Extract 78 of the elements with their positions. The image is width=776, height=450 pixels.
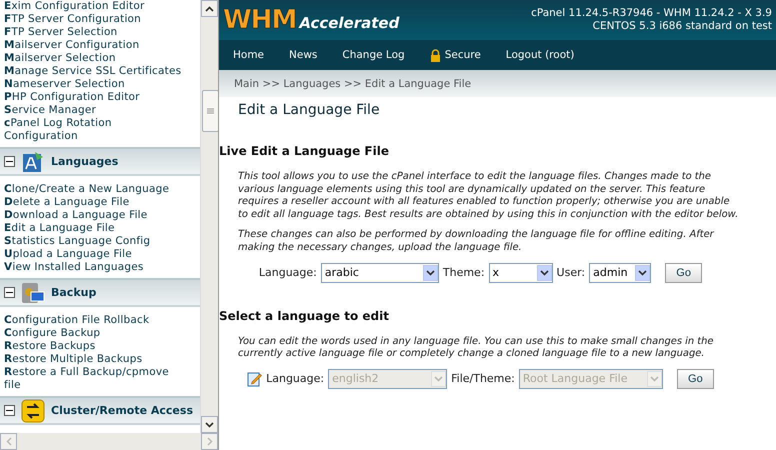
nav-link[interactable]: Change Log <box>342 49 405 61</box>
dropdown[interactable]: arabic <box>320 262 439 283</box>
go-button[interactable]: Go <box>676 368 714 389</box>
dropdown[interactable]: x <box>488 262 553 283</box>
sidebar-link[interactable]: Configuration File Rollback <box>0 314 200 327</box>
chevron-down-icon <box>426 270 435 276</box>
section-title: Cluster/Remote Access <box>51 404 193 417</box>
sidebar-link[interactable]: View Installed Languages <box>0 261 200 274</box>
sidebar-link[interactable]: Edit a Language File <box>0 222 200 235</box>
minus-icon <box>6 407 13 414</box>
section-heading: Live Edit a Language File <box>219 144 390 158</box>
field-label: Language: <box>266 372 324 386</box>
sidebar-link[interactable]: Configure Backup <box>0 327 200 340</box>
dropdown[interactable]: admin <box>589 262 652 283</box>
chevron-down-icon <box>650 376 659 382</box>
nav-link[interactable]: Home <box>233 49 264 61</box>
logo-text: WHM <box>223 5 296 35</box>
sidebar-link[interactable]: Exim Configuration Editor <box>0 0 200 13</box>
padlock-icon <box>430 48 441 62</box>
scroll-up-button[interactable] <box>201 0 218 17</box>
chevron-down-icon <box>434 376 444 382</box>
sidebar-link[interactable]: Restore Backups <box>0 340 200 353</box>
section-heading: Select a language to edit <box>219 308 390 323</box>
minus-icon <box>6 158 13 165</box>
sidebar-link[interactable]: Download a Language File <box>0 209 200 222</box>
field-label: Language: <box>258 266 317 280</box>
version-info: cPanel 11.24.5-R37946 - WHM 11.24.2 - X 3.9 <box>531 7 772 20</box>
chevron-down-icon <box>638 270 648 276</box>
arrow-left-icon <box>6 437 12 446</box>
sidebar-link[interactable]: cPanel Log Rotation Configuration <box>0 117 200 143</box>
sidebar-link[interactable]: Restore a Full Backup/cpmove file <box>0 366 200 392</box>
section-title: Backup <box>51 286 96 299</box>
scroll-down-button[interactable] <box>201 416 218 433</box>
version-info: CENTOS 5.3 i686 standard on test <box>592 20 772 33</box>
vertical-scrollbar[interactable] <box>200 0 218 433</box>
arrow-right-icon <box>206 437 212 446</box>
section-title: Languages <box>51 155 118 168</box>
description-text: You can edit the words used in any language file. You can use this to make small changes in the currently active language file or completely change a cloned language file to a new language. <box>238 336 714 361</box>
sidebar-link[interactable]: PHP Configuration Editor <box>0 91 200 104</box>
section-header[interactable]: Backup <box>0 278 200 307</box>
safe-monitor-icon <box>21 280 45 304</box>
description-text: This tool allows you to use the cPanel interface to edit the language files. Changes made to the various language elements using this tool are dynamically updated on the server. This feature requires a reseller account with all features enabled to function properly; otherwise you are unable to edit all language tags. Best results are obtained by using this in conjunction with the editor below. <box>238 171 740 222</box>
sidebar-link[interactable]: Mailserver Selection <box>0 52 200 65</box>
arrow-up-icon <box>205 6 214 12</box>
sidebar-link[interactable]: FTP Server Configuration <box>0 13 200 26</box>
sidebar-link[interactable]: Delete a Language File <box>0 196 200 209</box>
sidebar-link[interactable]: FTP Server Selection <box>0 26 200 39</box>
sidebar-link[interactable]: Manage Service SSL Certificates <box>0 65 200 78</box>
field-label: File/Theme: <box>451 372 515 386</box>
collapse-toggle[interactable] <box>4 405 15 416</box>
nav-link[interactable]: Logout (root) <box>506 49 574 61</box>
scrollbar-thumb[interactable] <box>202 90 218 132</box>
sidebar-link[interactable]: Mailserver Configuration <box>0 39 200 52</box>
chevron-down-icon <box>540 270 549 276</box>
sidebar-link[interactable]: Nameserver Selection <box>0 78 200 91</box>
go-button[interactable]: Go <box>665 262 702 283</box>
section-header[interactable]: Languages <box>0 147 200 176</box>
minus-icon <box>6 289 13 296</box>
collapse-toggle[interactable] <box>4 156 15 167</box>
sidebar-link[interactable]: Restore Multiple Backups <box>0 353 200 366</box>
field-label: User: <box>556 266 586 280</box>
description-text: These changes can also be performed by downloading the language file for offline editing. After making the necessary changes, upload the language file. <box>238 229 716 255</box>
field-label: Theme: <box>442 266 485 280</box>
section-header[interactable]: Cluster/Remote Access <box>0 396 200 425</box>
sidebar-link[interactable]: Statistics Language Config <box>0 235 200 248</box>
nav-link[interactable]: Secure <box>430 48 481 62</box>
collapse-toggle[interactable] <box>4 287 15 298</box>
logo-subtitle: Accelerated <box>299 14 400 32</box>
swap-arrows-icon <box>21 398 45 422</box>
sidebar-link[interactable]: Clone/Create a New Language <box>0 183 200 196</box>
sidebar-link[interactable]: Upload a Language File <box>0 248 200 261</box>
breadcrumb: Main >> Languages >> Edit a Language File <box>219 70 776 97</box>
chevron-down-icon <box>205 422 214 428</box>
nav-link[interactable]: News <box>289 49 318 61</box>
sidebar-link[interactable]: Service Manager <box>0 104 200 117</box>
pencil-note-icon <box>247 370 262 387</box>
page-title: Edit a Language File <box>238 102 381 118</box>
language-icon <box>21 150 45 174</box>
